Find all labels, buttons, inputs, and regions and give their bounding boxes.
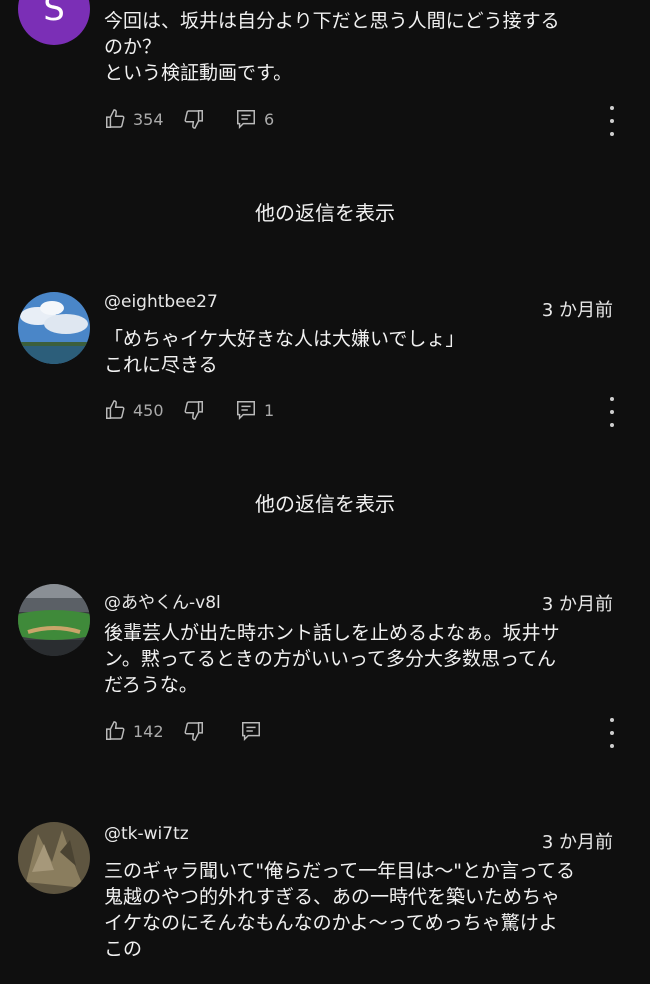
reply-button[interactable]: 6 xyxy=(235,108,274,130)
reply-comment-icon xyxy=(237,401,255,421)
comment-item: @あやくん-v8l 3 か月前 後輩芸人が出た時ホント話しを止めるよなぁ。坂井サ… xyxy=(0,584,650,764)
reply-button[interactable]: 1 xyxy=(235,399,274,421)
comment-item: S 今回は、坂井は自分より下だと思う人間にどう接する のか？ という検証動画です… xyxy=(0,0,650,240)
thumbs-down-icon xyxy=(184,110,203,129)
thumbs-up-icon xyxy=(106,109,125,128)
comment-author[interactable]: @あやくん-v8l xyxy=(104,588,221,613)
comment-author[interactable]: @eightbee27 xyxy=(104,292,218,312)
reply-count: 6 xyxy=(264,109,275,129)
reply-comment-icon xyxy=(237,110,255,130)
comment-time: 3 か月前 xyxy=(541,300,613,321)
show-replies-button[interactable]: 他の返信を表示 xyxy=(0,197,650,226)
like-count: 354 xyxy=(133,109,164,129)
avatar[interactable] xyxy=(18,584,90,656)
comment-text: 三のギャラ聞いて"俺らだって一年目は〜"とか言ってる 鬼越のやつ的外れすぎる、あ… xyxy=(104,860,576,960)
reply-button[interactable] xyxy=(240,720,262,742)
comment-item: @eightbee27 3 か月前 「めちゃイケ大好きな人は大嫌いでしょ」 これ… xyxy=(0,290,650,530)
more-options-button[interactable] xyxy=(600,106,624,136)
rock-avatar-image xyxy=(18,822,90,894)
dislike-button[interactable] xyxy=(183,720,205,742)
thumbs-up-icon xyxy=(106,721,125,740)
like-button[interactable]: 450 xyxy=(104,399,164,421)
like-count: 450 xyxy=(133,400,164,420)
like-count: 142 xyxy=(133,721,164,741)
more-vertical-icon xyxy=(610,718,614,722)
comment-text: 今回は、坂井は自分より下だと思う人間にどう接する のか？ という検証動画です。 xyxy=(104,10,560,84)
comment-time: 3 か月前 xyxy=(541,594,613,615)
dislike-button[interactable] xyxy=(183,399,205,421)
thumbs-down-icon xyxy=(184,401,203,420)
thumbs-up-icon xyxy=(106,400,125,419)
comment-time: 3 か月前 xyxy=(541,832,613,853)
avatar[interactable]: S xyxy=(18,0,90,45)
like-button[interactable]: 142 xyxy=(104,720,164,742)
dislike-button[interactable] xyxy=(183,108,205,130)
comment-actions: 450 1 xyxy=(104,397,624,427)
avatar[interactable] xyxy=(18,822,90,894)
more-vertical-icon xyxy=(610,397,614,401)
more-options-button[interactable] xyxy=(600,718,624,748)
comment-text: 「めちゃイケ大好きな人は大嫌いでしょ」 これに尽きる xyxy=(104,328,465,376)
avatar[interactable] xyxy=(18,292,90,364)
comment-author[interactable]: @tk-wi7tz xyxy=(104,824,189,844)
sky-avatar-image xyxy=(18,292,90,364)
comment-item: @tk-wi7tz 3 か月前 三のギャラ聞いて"俺らだって一年目は〜"とか言っ… xyxy=(0,822,650,984)
show-replies-button[interactable]: 他の返信を表示 xyxy=(0,488,650,517)
stadium-avatar-image xyxy=(18,584,90,656)
avatar-letter: S xyxy=(43,0,65,29)
more-options-button[interactable] xyxy=(600,397,624,427)
thumbs-down-icon xyxy=(184,722,203,741)
comment-text: 後輩芸人が出た時ホント話しを止めるよなぁ。坂井サ ン。黙ってるときの方がいいって… xyxy=(104,622,560,696)
more-vertical-icon xyxy=(610,106,614,110)
comment-actions: 354 6 xyxy=(104,106,624,136)
comment-actions: 142 xyxy=(104,718,624,748)
reply-comment-icon xyxy=(242,722,260,742)
like-button[interactable]: 354 xyxy=(104,108,164,130)
reply-count: 1 xyxy=(264,400,275,420)
